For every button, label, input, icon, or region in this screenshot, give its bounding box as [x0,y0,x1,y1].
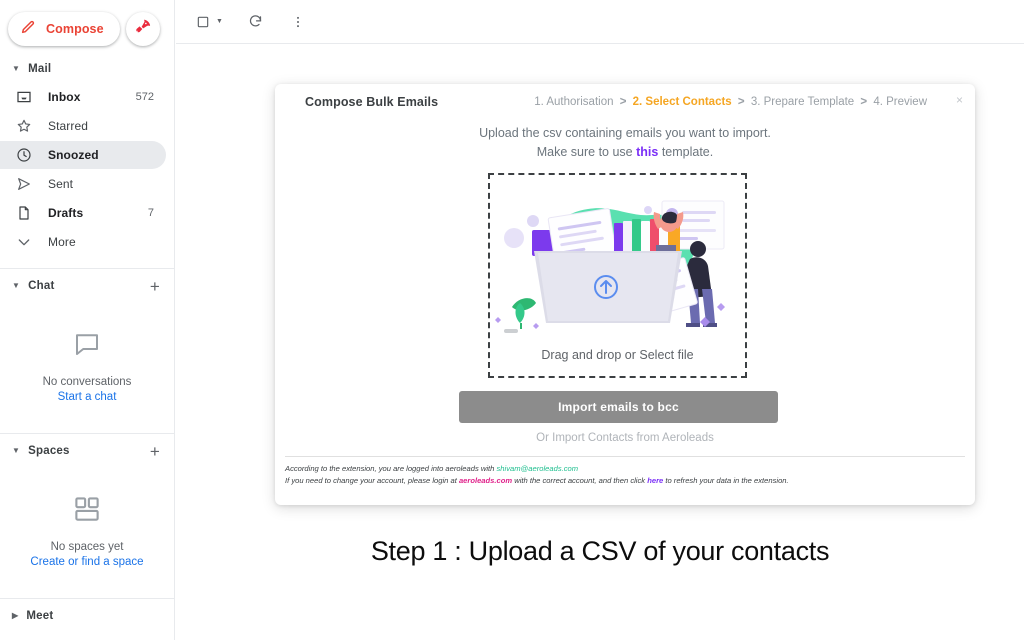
chevron-down-icon [14,232,34,252]
add-space-button[interactable]: + [150,443,160,460]
chevron-down-icon: ▼ [12,446,21,455]
app-root: Compose ▼ Mail Inbox 572 Starred Snoozed… [0,0,1024,640]
csv-dropzone[interactable]: Drag and drop or Select file [488,173,747,378]
sidebar-item-sent-label: Sent [48,177,74,191]
divider [0,268,174,269]
compose-button[interactable]: Compose [8,12,120,46]
inbox-icon [14,87,34,107]
step-separator: > [737,96,745,108]
sidebar-section-meet-label: Meet [26,610,54,622]
sidebar-item-starred-label: Starred [48,119,89,133]
spaces-grid-icon [72,494,102,529]
chat-empty-title: No conversations [42,376,132,388]
template-link[interactable]: this [636,145,658,159]
sidebar-section-chat-label: Chat [28,280,55,292]
sidebar-item-starred[interactable]: Starred [0,112,166,140]
sidebar-item-inbox[interactable]: Inbox 572 [0,83,166,111]
chat-empty-state: No conversations Start a chat [0,299,174,403]
spaces-empty-title: No spaces yet [50,541,124,553]
select-all-checkbox[interactable] [188,7,218,37]
chevron-down-icon[interactable]: ▼ [216,18,223,25]
compose-label: Compose [46,22,104,36]
modal-header: Compose Bulk Emails 1. Authorisation > 2… [275,84,975,120]
footer-note: According to the extension, you are logg… [285,463,965,487]
chevron-down-icon: ▼ [12,64,21,73]
close-icon[interactable]: × [956,94,963,106]
footer-line-1: According to the extension, you are logg… [285,463,965,475]
sidebar-item-sent[interactable]: Sent [0,170,166,198]
divider [0,433,174,434]
sidebar-section-spaces-label: Spaces [28,445,70,457]
star-icon [14,116,34,136]
sidebar-item-more-label: More [48,235,76,249]
spaces-empty-state: No spaces yet Create or find a space [0,464,174,568]
sidebar-item-snoozed-label: Snoozed [48,148,99,162]
chat-bubble-icon [72,329,102,364]
aeroleads-site-link[interactable]: aeroleads.com [459,476,512,485]
footer-line-2: If you need to change your account, plea… [285,475,965,487]
sidebar-item-drafts-label: Drafts [48,206,84,220]
pencil-icon [20,19,36,40]
more-vertical-button[interactable] [283,7,313,37]
send-icon [14,174,34,194]
sidebar-item-drafts[interactable]: Drafts 7 [0,199,166,227]
compose-row: Compose [0,0,174,56]
refresh-here-link[interactable]: here [647,476,663,485]
dropzone-label: Drag and drop or Select file [541,348,694,362]
caption-text: Step 1 : Upload a CSV of your contacts [370,536,830,566]
import-from-aeroleads-link[interactable]: Or Import Contacts from Aeroleads [275,432,975,444]
import-emails-to-bcc-button[interactable]: Import emails to bcc [459,391,778,423]
step-3-prepare-template[interactable]: 3. Prepare Template [751,96,854,108]
footer-divider [285,456,965,457]
divider [0,598,174,599]
modal-instructions: Upload the csv containing emails you wan… [275,124,975,162]
instruction-line-2-prefix: Make sure to use [536,145,637,159]
instruction-line-2: Make sure to use this template. [275,143,975,162]
draft-icon [14,203,34,223]
sidebar-item-more[interactable]: More [0,228,166,256]
instruction-line-1: Upload the csv containing emails you wan… [479,126,771,140]
footer-line-2-suffix: to refresh your data in the extension. [663,476,789,485]
step-2-select-contacts[interactable]: 2. Select Contacts [633,96,732,108]
clock-icon [14,145,34,165]
sidebar-section-meet[interactable]: ▶ Meet [0,603,174,629]
step-separator: > [860,96,868,108]
chevron-down-icon: ▼ [12,281,21,290]
refresh-button[interactable] [241,7,271,37]
sidebar: Compose ▼ Mail Inbox 572 Starred Snoozed… [0,0,175,640]
step-indicator: 1. Authorisation > 2. Select Contacts > … [275,96,941,108]
sidebar-item-inbox-label: Inbox [48,90,81,104]
step-1-authorisation[interactable]: 1. Authorisation [534,96,613,108]
create-or-find-space-link[interactable]: Create or find a space [30,556,143,568]
compose-bulk-emails-modal: Compose Bulk Emails 1. Authorisation > 2… [275,84,975,505]
step-4-preview[interactable]: 4. Preview [873,96,927,108]
sidebar-item-drafts-count: 7 [147,207,154,219]
sidebar-section-mail[interactable]: ▼ Mail [0,56,174,82]
main-toolbar: ▼ [176,0,1024,44]
footer-line-1-text: According to the extension, you are logg… [285,464,497,473]
step-separator: > [619,96,627,108]
start-a-chat-link[interactable]: Start a chat [58,391,117,403]
rocket-icon [134,18,152,41]
chevron-right-icon: ▶ [12,611,19,620]
sidebar-section-spaces[interactable]: ▼ Spaces + [0,438,174,464]
upload-illustration [495,200,725,333]
footer-line-2-prefix: If you need to change your account, plea… [285,476,459,485]
sidebar-item-snoozed[interactable]: Snoozed [0,141,166,169]
add-chat-button[interactable]: + [150,278,160,295]
footer-line-2-mid: with the correct account, and then click [512,476,648,485]
rocket-button[interactable] [125,12,160,46]
sidebar-item-inbox-count: 572 [135,91,154,103]
sidebar-section-mail-label: Mail [28,63,52,75]
logged-in-email: shivam@aeroleads.com [496,464,579,473]
instruction-line-2-suffix: template. [658,145,714,159]
sidebar-section-chat[interactable]: ▼ Chat + [0,273,174,299]
